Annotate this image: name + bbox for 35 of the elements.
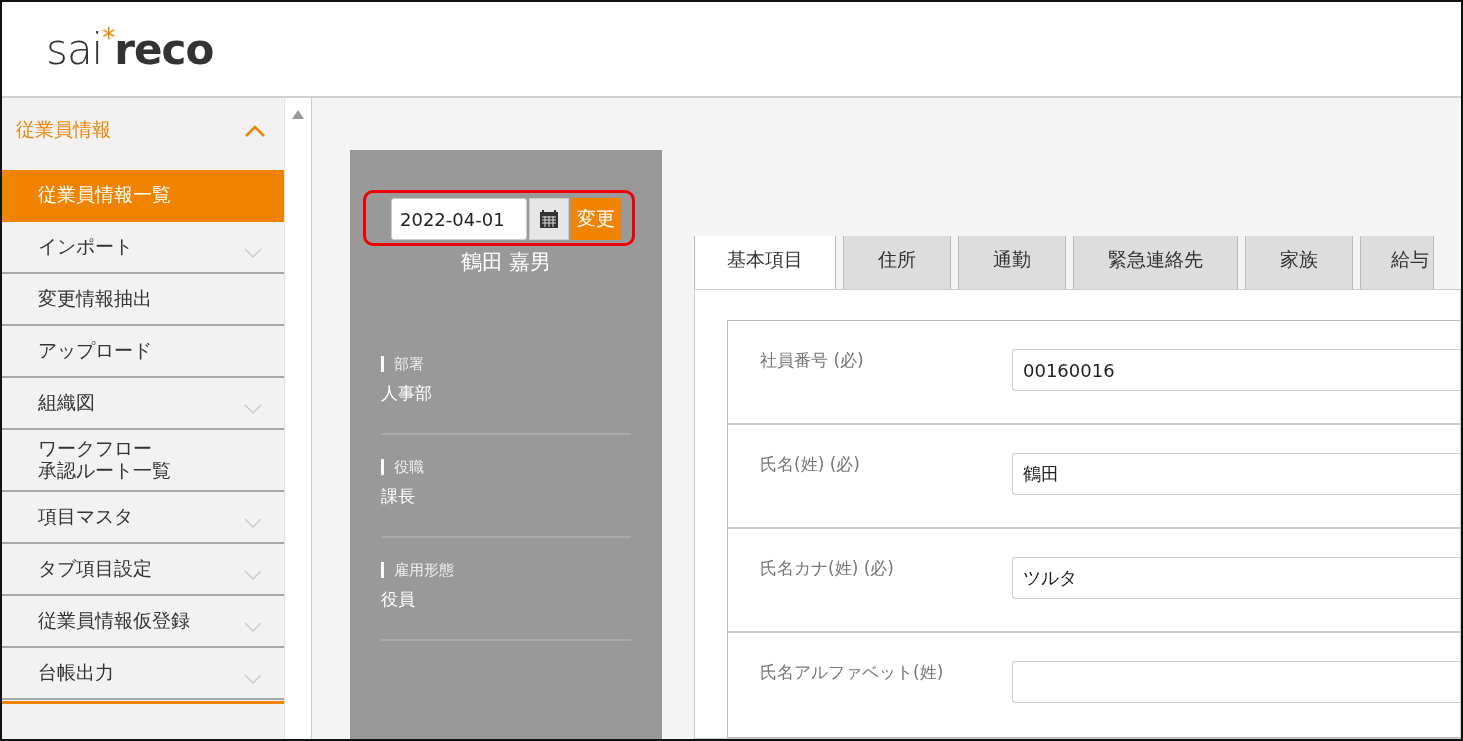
chevron-up-icon bbox=[244, 123, 267, 137]
scroll-up-arrow-icon[interactable] bbox=[292, 110, 305, 119]
tab[interactable]: 給与 bbox=[1360, 236, 1434, 289]
employee-name: 鶴田 嘉男 bbox=[460, 249, 552, 276]
tab[interactable]: 通勤 bbox=[958, 236, 1066, 289]
calendar-button[interactable] bbox=[529, 198, 569, 240]
chevron-down-icon bbox=[244, 569, 263, 580]
sidebar-item-label: ワークフロー bbox=[38, 438, 153, 460]
attribute-label: 部署 bbox=[381, 356, 631, 372]
chevron-down-icon bbox=[244, 673, 263, 684]
tab[interactable]: 基本項目 bbox=[694, 236, 836, 289]
attribute-value: 人事部 bbox=[381, 382, 433, 405]
chevron-down-icon bbox=[244, 621, 263, 632]
tab[interactable]: 緊急連絡先 bbox=[1073, 236, 1238, 289]
input-field[interactable] bbox=[1012, 661, 1460, 703]
attribute-label: 雇用形態 bbox=[381, 562, 631, 578]
input-field[interactable]: 鶴田 bbox=[1012, 453, 1460, 495]
tab[interactable]: 住所 bbox=[843, 236, 951, 289]
app-logo: sai*reco bbox=[46, 24, 214, 74]
input-field[interactable]: 00160016 bbox=[1012, 349, 1460, 391]
field-label: 社員番号 (必) bbox=[759, 349, 865, 372]
attribute-value: 役員 bbox=[381, 588, 416, 611]
chevron-down-icon bbox=[244, 248, 263, 258]
date-field[interactable]: 2022-04-01 bbox=[391, 198, 527, 240]
calendar-icon bbox=[539, 209, 559, 229]
input-field[interactable]: ツルタ bbox=[1012, 557, 1460, 599]
tab[interactable]: 家族 bbox=[1245, 236, 1353, 289]
attribute-label: 役職 bbox=[381, 459, 631, 475]
field-label: 氏名アルファベット(姓) bbox=[759, 661, 945, 684]
attribute-value: 課長 bbox=[381, 485, 416, 508]
sidebar-item-label: 承認ルート一覧 bbox=[38, 459, 171, 482]
chevron-down-icon bbox=[244, 517, 263, 528]
chevron-down-icon bbox=[244, 404, 263, 414]
field-label: 氏名カナ(姓) (必) bbox=[759, 557, 895, 580]
field-label: 氏名(姓) (必) bbox=[759, 453, 861, 476]
